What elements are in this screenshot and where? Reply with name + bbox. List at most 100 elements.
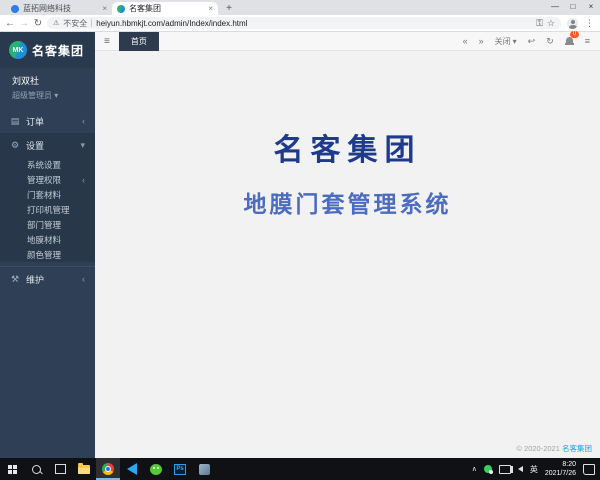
sidebar-item-color-management[interactable]: 颜色管理 — [0, 247, 95, 262]
settings-label: 设置 — [26, 139, 44, 152]
page-subtitle: 地膜门套管理系统 — [95, 185, 600, 219]
wechat-tray-icon[interactable] — [484, 465, 492, 473]
chevron-down-icon: ▾ — [80, 140, 85, 151]
taskbar-search-button[interactable] — [24, 458, 48, 480]
clock-date: 2021/7/26 — [545, 470, 576, 477]
layout-list-icon[interactable]: ≡ — [585, 36, 590, 46]
window-maximize-button[interactable]: □ — [564, 0, 582, 14]
task-view-button[interactable] — [48, 458, 72, 480]
bell-bar — [565, 43, 574, 45]
chrome-icon — [102, 463, 114, 475]
photoshop-icon: Ps — [174, 464, 186, 475]
sidebar-logo[interactable]: MK 名客集团 — [0, 32, 95, 68]
sidebar-item-manage-permissions[interactable]: 管理权限 ‹ — [0, 172, 95, 187]
scroll-next-icon[interactable]: » — [479, 36, 484, 46]
sidebar-item-department-management[interactable]: 部门管理 — [0, 217, 95, 232]
reload-icon[interactable]: ↻ — [31, 18, 45, 29]
back-icon[interactable]: ← — [3, 18, 17, 29]
clock-time: 8:20 — [562, 461, 576, 468]
notification-badge: 0 — [570, 31, 578, 38]
maintenance-label: 维护 — [26, 273, 44, 286]
footer-copyright: © 2020-2021 名客集团 — [516, 443, 592, 454]
wechat-button[interactable] — [144, 458, 168, 480]
window-close-button[interactable]: × — [582, 0, 600, 14]
vscode-icon — [127, 463, 137, 475]
address-bar[interactable]: ⚠ 不安全 heiyun.hbmkjt.com/admin/Index/inde… — [47, 17, 561, 29]
windows-taskbar: Ps ∧ 英 8:20 2021/7/26 — [0, 458, 600, 480]
browser-menu-icon[interactable]: ⋮ — [585, 18, 594, 29]
photoshop-button[interactable]: Ps — [168, 458, 192, 480]
start-button[interactable] — [0, 458, 24, 480]
chevron-left-icon: ‹ — [82, 274, 85, 284]
windows-logo-icon — [8, 465, 17, 474]
scroll-prev-icon[interactable]: « — [463, 36, 468, 46]
profile-avatar[interactable] — [567, 18, 578, 29]
forward-icon[interactable]: → — [17, 18, 31, 29]
chevron-left-icon: ‹ — [82, 175, 85, 185]
sidebar-item-maintenance[interactable]: ⚒ 维护 ‹ — [0, 267, 95, 291]
new-tab-button[interactable]: + — [222, 3, 236, 15]
tray-expand-icon[interactable]: ∧ — [472, 465, 477, 473]
admin-header-bar: ≡ 首页 « » 关闭 ▾ ↩ ↻ 0 ≡ — [95, 32, 600, 51]
orders-icon: ▤ — [10, 116, 20, 127]
hamburger-icon[interactable]: ≡ — [95, 36, 119, 47]
browser-tab-1[interactable]: 蓝拓网络科技 × — [6, 2, 112, 15]
vscode-button[interactable] — [120, 458, 144, 480]
sidebar-item-printer-management[interactable]: 打印机管理 — [0, 202, 95, 217]
sidebar-item-settings[interactable]: ⚙ 设置 ▾ — [0, 133, 95, 157]
printer-management-label: 打印机管理 — [27, 204, 70, 216]
admin-sidebar: MK 名客集团 刘双社 超级管理员 ▾ ▤ 订单 ‹ ⚙ 设置 ▾ 系统设置 — [0, 32, 95, 458]
app-button-9[interactable] — [192, 458, 216, 480]
header-right-icons: « » 关闭 ▾ ↩ ↻ 0 ≡ — [463, 36, 600, 47]
notification-bell-icon[interactable]: 0 — [565, 36, 574, 46]
sidebar-item-ground-film-materials[interactable]: 地膜材料 — [0, 232, 95, 247]
refresh-icon[interactable]: ↻ — [546, 36, 554, 47]
sidebar-item-system-settings[interactable]: 系统设置 — [0, 157, 95, 172]
volume-icon[interactable] — [518, 466, 523, 472]
tab2-close-icon[interactable]: × — [208, 4, 213, 13]
security-warning-icon: ⚠ — [53, 19, 59, 27]
door-cover-materials-label: 门套材料 — [27, 189, 61, 201]
security-label[interactable]: 不安全 — [63, 18, 87, 29]
sidebar-item-orders[interactable]: ▤ 订单 ‹ — [0, 109, 95, 133]
copyright-text: © 2020-2021 — [516, 444, 559, 453]
window-controls: — □ × — [546, 0, 600, 14]
orders-label: 订单 — [26, 115, 44, 128]
tab-home[interactable]: 首页 — [119, 32, 159, 51]
file-explorer-button[interactable] — [72, 458, 96, 480]
logo-mk-icon: MK — [9, 41, 27, 59]
color-management-label: 颜色管理 — [27, 249, 61, 261]
wechat-icon — [150, 464, 162, 475]
password-key-icon[interactable]: ⚿ — [536, 18, 543, 29]
webpage: MK 名客集团 刘双社 超级管理员 ▾ ▤ 订单 ‹ ⚙ 设置 ▾ 系统设置 — [0, 32, 600, 458]
tab1-close-icon[interactable]: × — [102, 4, 107, 13]
wrench-icon: ⚒ — [10, 274, 20, 285]
undo-icon[interactable]: ↩ — [528, 36, 536, 47]
admin-main: ≡ 首页 « » 关闭 ▾ ↩ ↻ 0 ≡ — [95, 32, 600, 458]
window-minimize-button[interactable]: — — [546, 0, 564, 14]
chrome-button[interactable] — [96, 458, 120, 480]
ime-indicator[interactable]: 英 — [530, 464, 538, 475]
taskbar-clock[interactable]: 8:20 2021/7/26 — [545, 460, 576, 479]
chevron-left-icon: ‹ — [82, 116, 85, 126]
network-icon[interactable] — [499, 465, 511, 474]
browser-tab-2[interactable]: 名客集团 × — [112, 2, 218, 15]
close-tabs-dropdown[interactable]: 关闭 ▾ — [495, 36, 517, 47]
action-center-icon[interactable] — [583, 464, 595, 475]
admin-content: 名客集团 地膜门套管理系统 © 2020-2021 名客集团 — [95, 51, 600, 458]
system-settings-label: 系统设置 — [27, 159, 61, 171]
chevron-down-icon: ▾ — [513, 37, 517, 46]
url-text[interactable]: heiyun.hbmkjt.com/admin/Index/index.html — [96, 19, 247, 28]
tab2-favicon — [117, 5, 125, 13]
omnibox-divider — [91, 19, 92, 27]
app-icon — [199, 464, 210, 475]
copyright-link[interactable]: 名客集团 — [562, 444, 592, 453]
page-title: 名客集团 — [95, 51, 600, 169]
close-tabs-label: 关闭 — [495, 36, 511, 47]
browser-toolbar: ← → ↻ ⚠ 不安全 heiyun.hbmkjt.com/admin/Inde… — [0, 15, 600, 32]
gear-icon: ⚙ — [10, 140, 20, 151]
bookmark-star-icon[interactable]: ☆ — [547, 18, 555, 29]
tab2-title: 名客集团 — [129, 3, 204, 14]
user-role-dropdown[interactable]: 超级管理员 ▾ — [12, 90, 83, 101]
sidebar-item-door-cover-materials[interactable]: 门套材料 — [0, 187, 95, 202]
